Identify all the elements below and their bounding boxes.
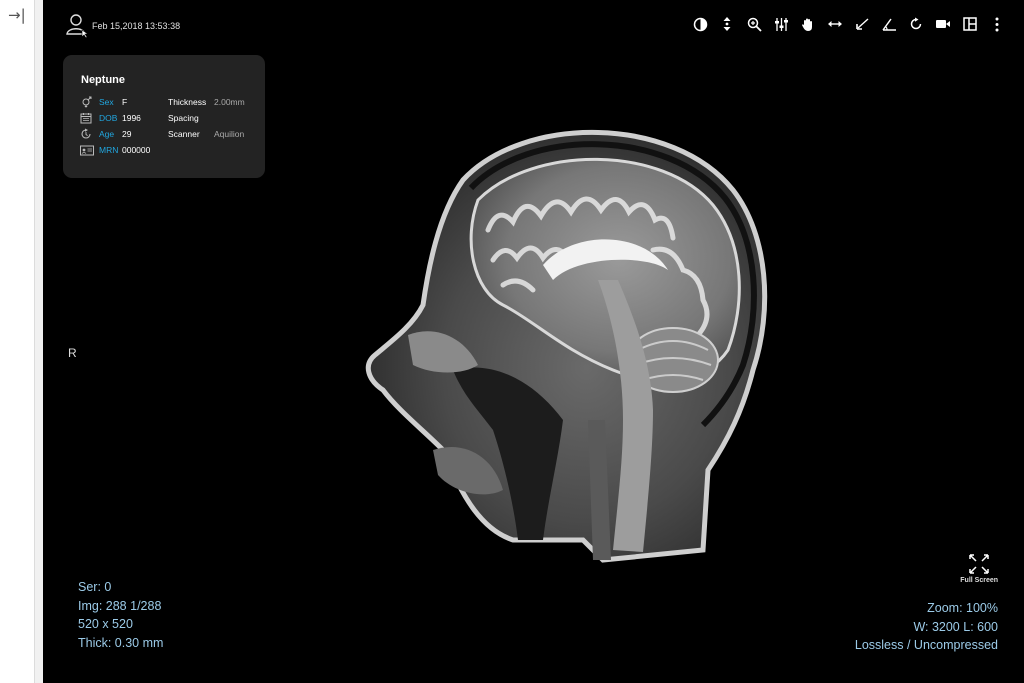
dob-label: DOB [99,113,118,123]
zoom-icon[interactable] [745,15,763,33]
expand-sidebar-icon[interactable]: →| [8,6,26,24]
series-info: Ser: 0 [78,580,112,594]
viewer-toolbar [691,15,1006,33]
mrn-row: MRN 000000 [80,143,150,157]
fullscreen-icon [969,554,989,574]
mrn-value: 000000 [122,145,151,155]
fullscreen-button[interactable]: Full Screen [960,553,998,584]
dob-row: DOB 1996 [80,111,141,125]
mri-image[interactable] [313,120,773,580]
compression-info: Lossless / Uncompressed [854,638,998,652]
spacing-row: Spacing [168,111,214,125]
thickness-row: Thickness 2.00mm [168,95,245,109]
layout-icon[interactable] [961,15,979,33]
zoom-info: Zoom: 100% [927,601,998,615]
scanner-row: Scanner Aquilion [168,127,244,141]
mrn-label: MRN [99,145,119,155]
age-label: Age [99,129,115,139]
image-info-overlay: Ser: 0 Img: 288 1/288 520 x 520 Thick: 0… [78,578,163,652]
sex-row: Sex F [80,95,127,109]
thickness-value: 2.00mm [214,97,245,107]
angle-icon[interactable] [853,15,871,33]
age-row: Age 29 [80,127,131,141]
scanner-value: Aquilion [214,129,245,139]
fullscreen-label: Full Screen [960,577,998,584]
left-sidebar: →| [0,0,34,683]
image-index-info: Img: 288 1/288 [78,598,162,613]
sex-value: F [122,97,128,107]
patient-info-card: Neptune Sex F DOB 1996 Age 29 MRN 000000… [63,55,265,178]
contrast-icon[interactable] [691,15,709,33]
slice-thickness-info: Thick: 0.30 mm [78,635,164,650]
id-card-icon [80,144,94,156]
scroll-icon[interactable] [718,15,736,33]
sidebar-divider [34,0,43,683]
video-icon[interactable] [934,15,952,33]
rotate-icon[interactable] [907,15,925,33]
adjust-icon[interactable] [772,15,790,33]
study-datetime: Feb 15,2018 13:53:38 [92,21,181,31]
image-viewer[interactable]: Feb 15,2018 13:53:38 Neptune Sex F DOB 1… [43,0,1024,683]
measure-icon[interactable] [880,15,898,33]
age-value: 29 [122,129,132,139]
window-level-info: W: 3200 L: 600 [913,619,998,634]
thickness-label: Thickness [168,97,207,107]
gender-icon [80,96,94,108]
patient-name: Neptune [81,74,125,86]
orientation-marker: R [68,346,77,360]
age-icon [80,128,94,140]
dob-value: 1996 [122,113,141,123]
more-icon[interactable] [988,15,1006,33]
viewer-topbar: Feb 15,2018 13:53:38 [43,0,1024,50]
spacing-label: Spacing [168,113,199,123]
sex-label: Sex [99,97,114,107]
length-icon[interactable] [826,15,844,33]
display-info-overlay: Zoom: 100% W: 3200 L: 600 Lossless / Unc… [855,599,998,655]
scanner-label: Scanner [168,129,200,139]
user-icon[interactable] [65,12,91,38]
image-size-info: 520 x 520 [78,617,133,631]
pan-icon[interactable] [799,15,817,33]
calendar-icon [80,112,94,124]
